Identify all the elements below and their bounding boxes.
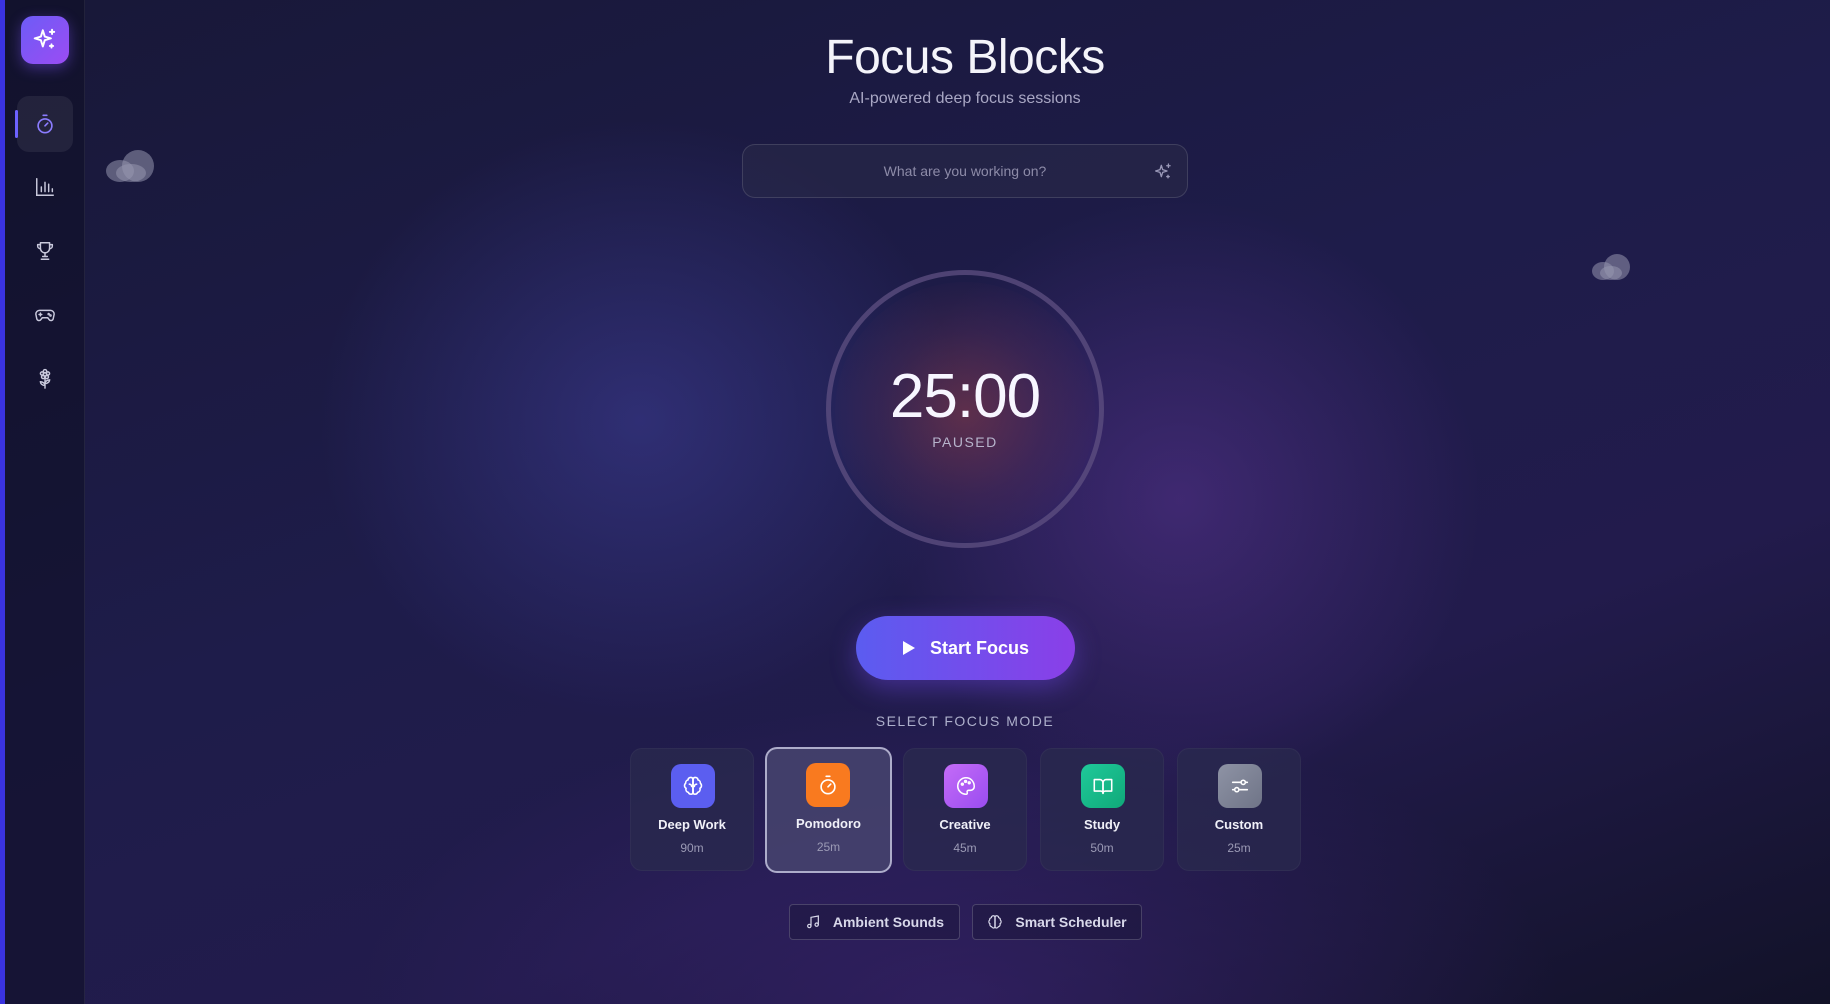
smart-scheduler-button[interactable]: Smart Scheduler: [972, 904, 1142, 940]
mode-name: Study: [1083, 817, 1121, 832]
sliders-icon: [1231, 779, 1249, 793]
sidebar: [5, 0, 85, 1004]
page-subtitle: AI-powered deep focus sessions: [849, 90, 1081, 107]
mode-card-creative[interactable]: Creative 45m: [903, 748, 1027, 871]
timer-icon: [820, 775, 836, 795]
timer-display: 25:00: [889, 362, 1041, 431]
mode-name: Custom: [1214, 817, 1264, 832]
sidebar-item-games[interactable]: [17, 287, 73, 343]
sidebar-item-stats[interactable]: [17, 159, 73, 215]
sidebar-item-garden[interactable]: [17, 351, 73, 407]
task-input[interactable]: [743, 145, 1187, 197]
ai-suggest-button[interactable]: [1153, 162, 1173, 187]
mode-icon-box: [806, 763, 850, 807]
mode-card-deep-work[interactable]: Deep Work 90m: [630, 748, 754, 871]
mode-duration: 90m: [680, 841, 704, 855]
sidebar-item-achievements[interactable]: [17, 223, 73, 279]
cloud-decoration: [106, 150, 156, 182]
cloud-decoration: [1592, 254, 1630, 280]
task-input-box: [742, 144, 1188, 198]
brain-icon: [683, 776, 703, 795]
play-icon: [902, 641, 915, 655]
mode-icon-box: [944, 764, 988, 808]
mode-icon-box: [671, 764, 715, 808]
mode-card-study[interactable]: Study 50m: [1040, 748, 1164, 871]
trophy-icon: [36, 242, 54, 260]
page-title: Focus Blocks: [825, 31, 1105, 84]
mode-name: Pomodoro: [796, 816, 861, 831]
mode-name: Creative: [939, 817, 991, 832]
gamepad-icon: [35, 309, 55, 322]
sparkles-icon: [1155, 163, 1171, 179]
start-focus-button[interactable]: Start Focus: [856, 616, 1075, 680]
brain-icon: [988, 915, 1003, 929]
mode-duration: 50m: [1090, 841, 1114, 855]
mode-duration: 45m: [953, 841, 977, 855]
mode-card-pomodoro[interactable]: Pomodoro 25m: [765, 747, 892, 873]
mode-duration: 25m: [816, 840, 841, 854]
mode-name: Deep Work: [658, 817, 726, 832]
ambient-sounds-label: Ambient Sounds: [832, 914, 945, 930]
flower-icon: [39, 368, 51, 389]
mode-icon-box: [1218, 764, 1262, 808]
bar-chart-icon: [36, 178, 54, 196]
book-icon: [1093, 778, 1113, 795]
start-focus-label: Start Focus: [929, 637, 1030, 658]
mode-duration: 25m: [1227, 841, 1251, 855]
mode-icon-box: [1081, 764, 1125, 808]
timer-status: PAUSED: [932, 434, 998, 450]
mode-section-label: SELECT FOCUS MODE: [875, 713, 1055, 729]
music-note-icon: [806, 915, 819, 929]
ambient-sounds-button[interactable]: Ambient Sounds: [789, 904, 960, 940]
smart-scheduler-label: Smart Scheduler: [1015, 914, 1127, 930]
mode-card-custom[interactable]: Custom 25m: [1177, 748, 1301, 871]
palette-icon: [957, 776, 976, 796]
timer-icon: [37, 114, 53, 134]
